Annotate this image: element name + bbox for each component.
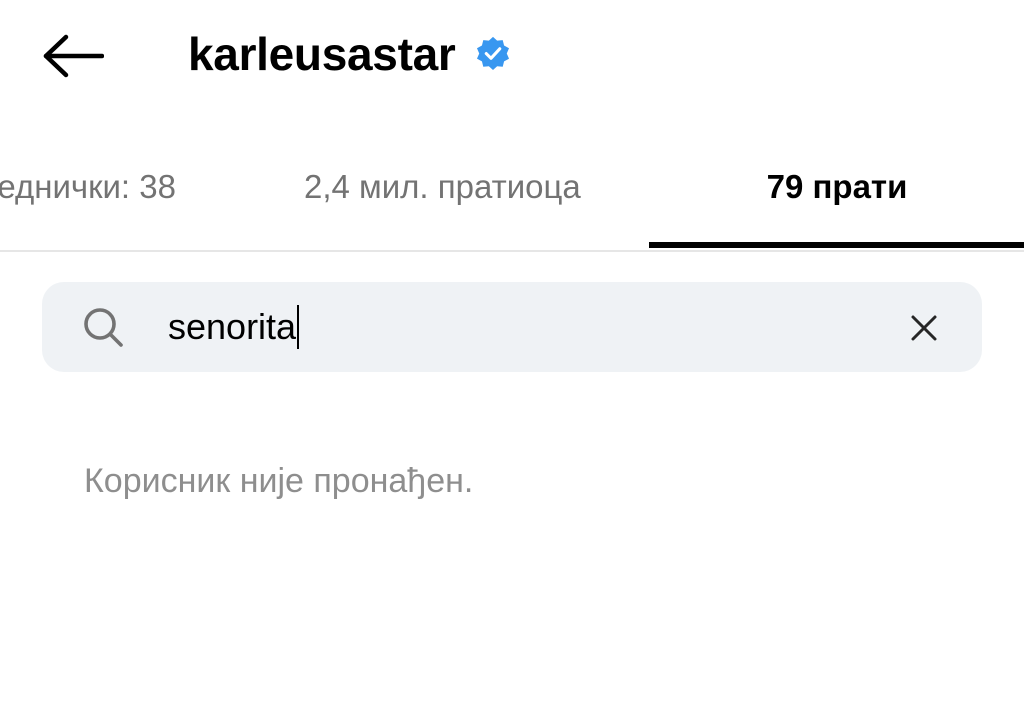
search-icon	[82, 306, 126, 350]
back-button[interactable]	[38, 28, 108, 84]
search-input[interactable]: senorita	[168, 304, 300, 350]
follow-tabs: једнички: 38 2,4 мил. пратиоца 79 прати	[0, 150, 1024, 252]
tabs-divider	[0, 250, 1024, 252]
username-label: karleusastar	[188, 28, 456, 80]
search-bar[interactable]: senorita	[42, 282, 982, 372]
clear-search-button[interactable]	[904, 308, 944, 348]
tab-mutual[interactable]: једнички: 38	[0, 150, 176, 250]
active-tab-indicator	[649, 242, 1024, 248]
search-input-value: senorita	[168, 306, 297, 347]
close-icon	[911, 315, 937, 341]
profile-title: karleusastar	[188, 24, 511, 84]
no-results-message: Корисник није пронађен.	[84, 462, 474, 500]
tab-following[interactable]: 79 прати	[650, 150, 1024, 250]
text-caret	[297, 305, 300, 349]
tab-followers[interactable]: 2,4 мил. пратиоца	[304, 150, 581, 250]
profile-header: karleusastar	[0, 0, 1024, 110]
verified-badge-icon	[475, 36, 511, 72]
arrow-left-icon	[43, 34, 104, 78]
